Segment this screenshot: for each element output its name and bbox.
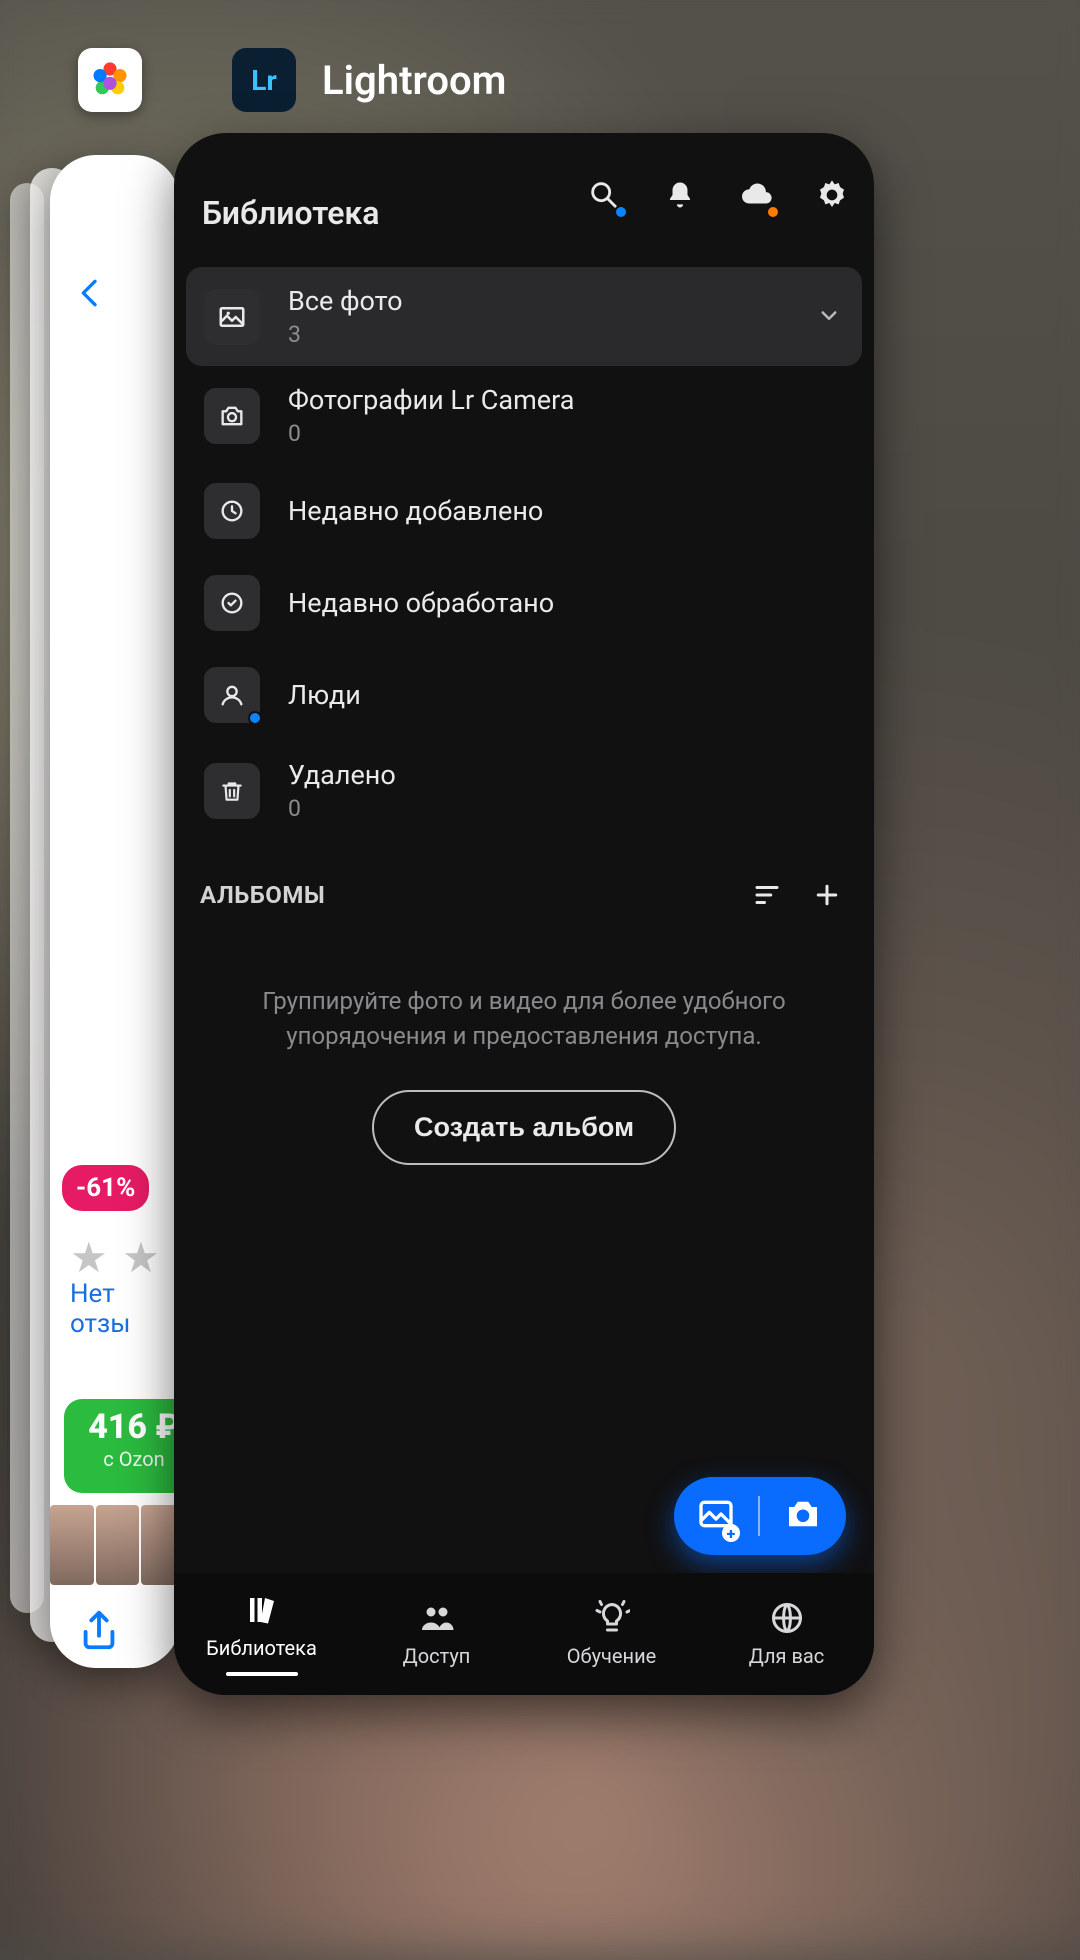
collection-title: Люди: [288, 679, 361, 711]
discount-badge: -61%: [62, 1165, 149, 1211]
albums-header-label: АЛЬБОМЫ: [200, 881, 325, 909]
collection-people[interactable]: Люди: [186, 649, 862, 741]
collection-title: Недавно обработано: [288, 587, 554, 619]
search-badge: [614, 205, 628, 219]
lightroom-app-icon[interactable]: Lr: [232, 48, 296, 112]
notifications-icon[interactable]: [658, 173, 702, 217]
ozon-price-box[interactable]: 416 ₽ с Ozon: [64, 1399, 180, 1493]
collection-count: 0: [288, 795, 396, 822]
thumbnail-strip[interactable]: [50, 1505, 180, 1585]
albums-empty-text: Группируйте фото и видео для более удобн…: [234, 984, 814, 1054]
collection-title: Недавно добавлено: [288, 495, 543, 527]
share-icon[interactable]: [76, 1607, 136, 1667]
lightroom-app-card[interactable]: Библиотека Все фото 3: [174, 133, 874, 1695]
reviews-link[interactable]: Нет отзы: [70, 1279, 180, 1339]
rating-stars: ★ ★: [70, 1233, 162, 1283]
nav-for-you[interactable]: Для вас: [699, 1573, 874, 1695]
settings-icon[interactable]: [810, 173, 854, 217]
add-album-icon[interactable]: [806, 874, 848, 916]
library-list: Все фото 3 Фотографии Lr Camera 0 Недавн…: [174, 263, 874, 840]
cloud-warning-badge: [766, 205, 780, 219]
collection-all-photos[interactable]: Все фото 3: [186, 267, 862, 366]
nav-label: Доступ: [403, 1644, 471, 1668]
lightroom-app-label: Lightroom: [322, 57, 506, 104]
chevron-down-icon: [814, 300, 844, 334]
add-photo-icon[interactable]: +: [696, 1494, 736, 1538]
collection-recently-edited[interactable]: Недавно обработано: [186, 557, 862, 649]
collection-deleted[interactable]: Удалено 0: [186, 741, 862, 840]
background-app-card[interactable]: -61% Н ★ ★ Нет отзы 416 ₽ с Ozon: [50, 155, 180, 1668]
fab-divider: [758, 1496, 760, 1536]
ozon-price: 416 ₽: [64, 1407, 180, 1447]
lightroom-toolbar: Библиотека: [174, 133, 874, 263]
trash-icon: [204, 763, 260, 819]
collection-count: 3: [288, 321, 403, 348]
people-icon: [204, 667, 260, 723]
nav-sharing[interactable]: Доступ: [349, 1573, 524, 1695]
sort-icon[interactable]: [746, 874, 788, 916]
people-badge: [248, 711, 262, 725]
nav-label: Для вас: [749, 1644, 824, 1668]
camera-capture-icon[interactable]: [782, 1493, 824, 1539]
photo-icon: [204, 289, 260, 345]
collection-count: 0: [288, 420, 574, 447]
nav-label: Библиотека: [206, 1636, 317, 1660]
app-switcher-header: Lr Lightroom: [0, 40, 1080, 120]
collection-title: Удалено: [288, 759, 396, 791]
nav-learn[interactable]: Обучение: [524, 1573, 699, 1695]
cloud-sync-icon[interactable]: [734, 173, 778, 217]
collection-lr-camera[interactable]: Фотографии Lr Camera 0: [186, 366, 862, 465]
collection-title: Все фото: [288, 285, 403, 317]
search-icon[interactable]: [582, 173, 626, 217]
collection-title: Фотографии Lr Camera: [288, 384, 574, 416]
create-album-button[interactable]: Создать альбом: [372, 1090, 676, 1165]
nav-active-underline: [226, 1672, 298, 1676]
camera-icon: [204, 388, 260, 444]
capture-fab[interactable]: +: [674, 1477, 846, 1555]
back-chevron-icon[interactable]: [66, 269, 114, 317]
albums-empty-state: Группируйте фото и видео для более удобн…: [174, 928, 874, 1165]
clock-icon: [204, 483, 260, 539]
ozon-sublabel: с Ozon: [64, 1447, 180, 1471]
page-title: Библиотека: [202, 194, 379, 232]
nav-label: Обучение: [567, 1644, 656, 1668]
bottom-nav: Библиотека Доступ Обучение Для вас: [174, 1573, 874, 1695]
collection-recently-added[interactable]: Недавно добавлено: [186, 465, 862, 557]
photos-app-icon[interactable]: [78, 48, 142, 112]
nav-library[interactable]: Библиотека: [174, 1573, 349, 1695]
albums-header: АЛЬБОМЫ: [174, 840, 874, 928]
edited-icon: [204, 575, 260, 631]
